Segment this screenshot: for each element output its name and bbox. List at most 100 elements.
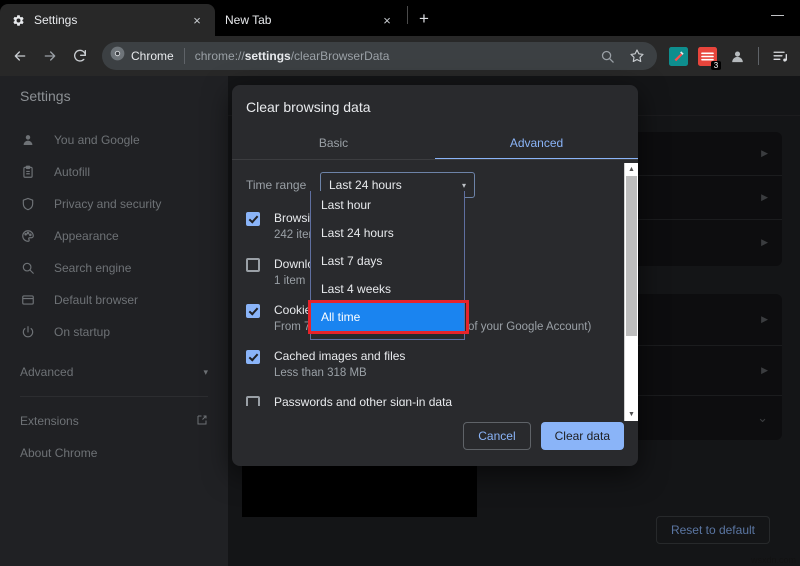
avatar-icon[interactable] [723,42,751,70]
extension-badge-count: 3 [711,61,721,70]
power-icon [20,324,36,340]
clear-data-label: Clear data [555,429,610,443]
chevron-down-icon: ▾ [203,367,208,378]
sidebar-item-label: About Chrome [20,446,208,460]
cancel-button[interactable]: Cancel [463,422,530,450]
dropdown-option-last-hour[interactable]: Last hour [311,191,464,219]
omnibox-divider [184,48,185,64]
browser-window: Settings × New Tab × + — [0,0,800,566]
tab-new-tab[interactable]: New Tab × [215,4,405,36]
clipboard-icon [20,164,36,180]
checkbox-passwords[interactable] [246,396,260,406]
extension-icon-teal[interactable] [669,47,688,66]
reading-list-icon[interactable] [766,42,794,70]
person-icon [20,132,36,148]
sidebar-item-autofill[interactable]: Autofill [0,156,228,188]
tab-label: Basic [319,136,348,150]
dropdown-option-all-time-wrapper: All time [311,303,464,331]
sidebar-item-label: Advanced [20,365,203,379]
chrome-logo-icon [110,46,125,66]
tab-basic[interactable]: Basic [232,125,435,160]
extension-icon-red[interactable]: 3 [698,47,717,66]
dialog-scrollbar[interactable]: ▲ ▼ [624,163,638,421]
option-label: Last hour [321,198,371,212]
checkbox-cookies[interactable] [246,304,260,318]
tab-strip: Settings × New Tab × + — [0,0,800,36]
minimize-button[interactable]: — [755,0,800,28]
external-link-icon [196,414,208,429]
item-subtitle: Less than 318 MB [274,365,624,382]
checkbox-download-history[interactable] [246,258,260,272]
back-icon[interactable] [6,42,34,70]
sidebar-item-extensions[interactable]: Extensions [0,405,228,437]
clear-data-button[interactable]: Clear data [541,422,624,450]
sidebar-item-label: Default browser [54,293,138,307]
sidebar-item-label: On startup [54,325,110,339]
sidebar-item-about-chrome[interactable]: About Chrome [0,437,228,469]
scrollbar-thumb[interactable] [626,176,637,336]
browser-window-icon [20,292,36,308]
tab-settings[interactable]: Settings × [0,4,215,36]
sidebar-item-label: Autofill [54,165,90,179]
close-icon[interactable]: × [189,12,205,28]
time-range-dropdown[interactable]: Last hour Last 24 hours Last 7 days Last… [310,191,465,340]
dropdown-option-all-time[interactable]: All time [311,303,464,331]
window-controls: — [755,0,800,36]
sidebar-item-search-engine[interactable]: Search engine [0,252,228,284]
sidebar-item-advanced[interactable]: Advanced ▾ [0,356,228,388]
dropdown-option-last-24-hours[interactable]: Last 24 hours [311,219,464,247]
cancel-label: Cancel [478,429,515,443]
item-title: Passwords and other sign-in data [274,394,624,406]
dropdown-option-last-4-weeks[interactable]: Last 4 weeks [311,275,464,303]
checkbox-browsing-history[interactable] [246,212,260,226]
gear-icon [10,12,26,28]
option-label: All time [321,310,360,324]
time-range-value: Last 24 hours [329,178,402,192]
item-title: Cached images and files [274,348,624,365]
bookmark-star-icon[interactable] [623,42,651,70]
chrome-chip-label: Chrome [131,49,174,63]
dialog-footer: Cancel Clear data [232,406,638,466]
search-icon [20,260,36,276]
new-tab-button[interactable]: + [410,5,438,33]
sidebar-item-label: Appearance [54,229,119,243]
tab-advanced[interactable]: Advanced [435,125,638,160]
address-bar[interactable]: Chrome chrome://settings/clearBrowserDat… [102,42,657,70]
option-label: Last 24 hours [321,226,394,240]
tab-title: New Tab [225,13,371,27]
omnibox-actions [593,42,651,70]
sidebar-divider [20,396,208,397]
list-item[interactable]: Cached images and files Less than 318 MB [246,342,624,388]
settings-sidebar: You and Google Autofill Privacy and secu… [0,116,228,566]
sidebar-item-on-startup[interactable]: On startup [0,316,228,348]
tab-label: Advanced [510,136,563,150]
sidebar-spacer [0,348,228,356]
sidebar-item-you-and-google[interactable]: You and Google [0,124,228,156]
sidebar-item-privacy-and-security[interactable]: Privacy and security [0,188,228,220]
item-text: Cached images and files Less than 318 MB [274,348,624,382]
sidebar-item-default-browser[interactable]: Default browser [0,284,228,316]
search-icon[interactable] [593,42,621,70]
item-text: Passwords and other sign-in data None [274,394,624,406]
chevron-down-icon: ▾ [462,181,466,190]
time-range-label: Time range [246,178,308,192]
list-item[interactable]: Passwords and other sign-in data None [246,388,624,406]
forward-icon[interactable] [36,42,64,70]
scroll-up-icon[interactable]: ▲ [625,163,638,176]
checkbox-cached-images[interactable] [246,350,260,364]
dialog-tabs: Basic Advanced [232,125,638,160]
sidebar-item-appearance[interactable]: Appearance [0,220,228,252]
url-text: chrome://settings/clearBrowserData [195,49,587,63]
reload-icon[interactable] [66,42,94,70]
browser-toolbar: Chrome chrome://settings/clearBrowserDat… [0,36,800,76]
dropdown-option-last-7-days[interactable]: Last 7 days [311,247,464,275]
shield-icon [20,196,36,212]
toolbar-divider [758,47,759,65]
tab-title: Settings [34,13,181,27]
settings-header: Settings [0,76,228,116]
close-icon[interactable]: × [379,12,395,28]
sidebar-item-label: You and Google [54,133,140,147]
option-label: Last 7 days [321,254,382,268]
tab-divider [407,6,408,24]
sidebar-item-label: Extensions [20,414,196,428]
